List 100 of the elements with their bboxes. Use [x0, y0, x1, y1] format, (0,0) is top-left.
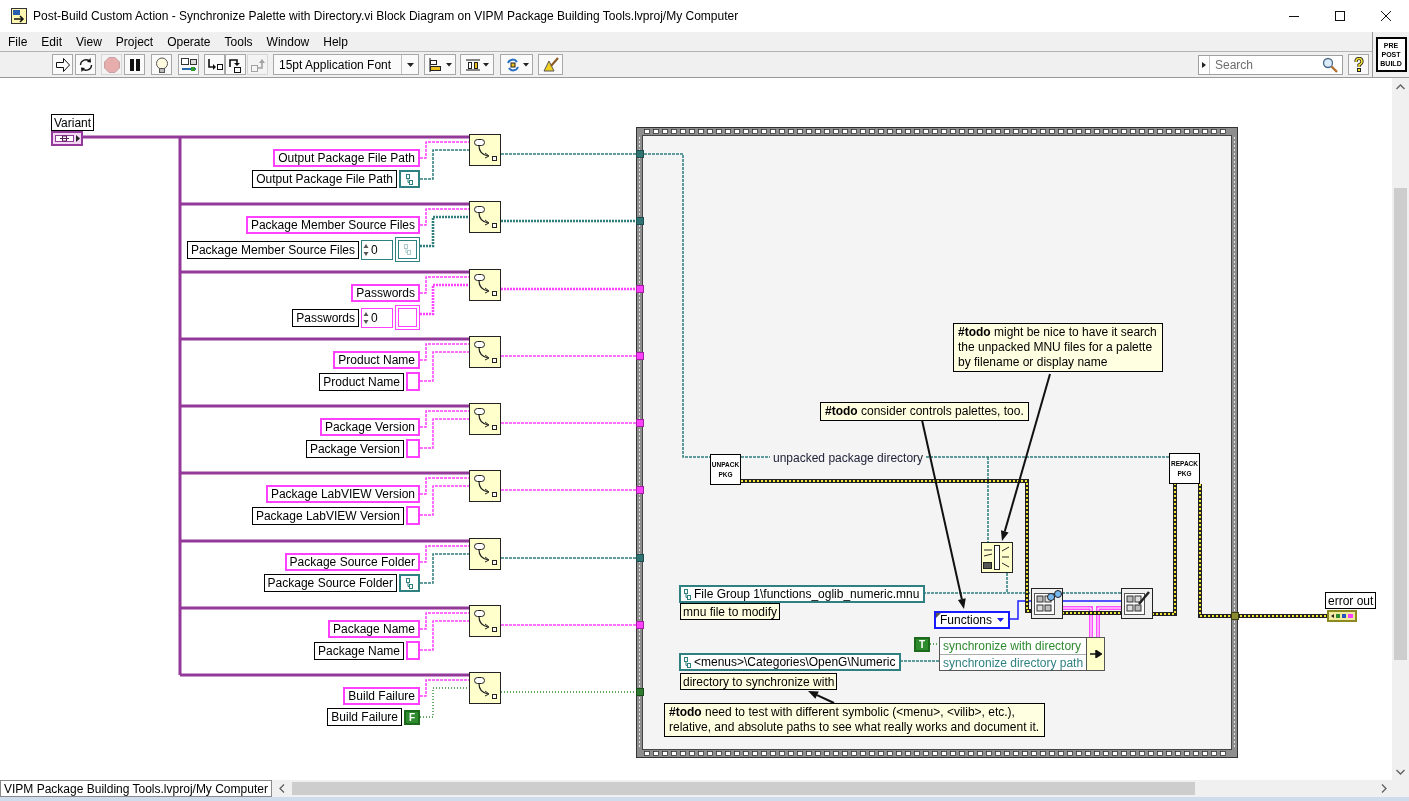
menu-item[interactable]: Help: [316, 32, 355, 51]
search-field[interactable]: Search: [1198, 54, 1343, 75]
scroll-up-icon[interactable]: [1396, 83, 1405, 90]
constant-label: Output Package File Path: [252, 170, 397, 188]
lightbulb-icon: [153, 56, 170, 73]
distribute-icon: [465, 56, 481, 73]
scrollbar-thumb[interactable]: [1394, 188, 1407, 660]
retain-wire-values-button[interactable]: [178, 54, 199, 75]
bundle-element: synchronize with directory: [942, 638, 1083, 654]
boolean-constant: T: [914, 637, 930, 652]
palette-view-icon: [1031, 588, 1063, 619]
control-label: Variant: [51, 114, 95, 131]
bundle-element: synchronize directory path: [940, 654, 1087, 670]
function-node-icon: [469, 269, 501, 301]
menu-item[interactable]: Operate: [160, 32, 218, 51]
error-wire: [1061, 611, 1122, 615]
sync-node-icon: [981, 542, 1013, 573]
corner-mark-icon: [936, 613, 941, 618]
run-arrow-icon: [54, 56, 71, 73]
caret-icon: [446, 62, 452, 67]
path-icon: [406, 173, 413, 185]
app-icon: [11, 8, 27, 24]
function-node-icon: [469, 403, 501, 435]
tunnel-icon: [636, 352, 644, 360]
step-into-button[interactable]: [204, 54, 225, 75]
constant-label: Package Name: [313, 641, 404, 660]
vertical-scrollbar[interactable]: [1392, 78, 1409, 780]
run-button[interactable]: [52, 54, 73, 75]
string-constant: Package Source Folder: [284, 553, 420, 571]
caret-icon: [483, 62, 489, 67]
wire: [1061, 592, 1122, 594]
function-node-icon: [469, 134, 501, 166]
distribute-objects-button[interactable]: [460, 54, 494, 75]
comment-note: #todo might be nice to have it search the unpacked MNU files for a palette by filename or display name: [953, 323, 1163, 372]
string-constant: Product Name: [333, 351, 420, 369]
function-node-icon: [469, 672, 501, 704]
clean-up-diagram-button[interactable]: [538, 54, 563, 75]
menu-item[interactable]: Project: [108, 32, 161, 51]
path-icon: [404, 244, 411, 255]
scroll-down-icon[interactable]: [1396, 768, 1405, 775]
constant-label: Product Name: [319, 372, 404, 391]
align-objects-button[interactable]: [424, 54, 456, 75]
step-over-icon: [227, 56, 244, 73]
align-icon: [428, 56, 444, 73]
constant-label: mnu file to modify: [680, 603, 781, 620]
string-constant: Package Version: [319, 418, 420, 436]
constant-label: Package Version: [305, 439, 404, 458]
index-value: 0: [371, 243, 378, 256]
boolean-constant: F: [404, 709, 420, 725]
step-into-icon: [206, 56, 223, 73]
path-text: File Group 1\functions_oglib_numeric.mnu: [694, 586, 920, 603]
string-constant: Build Failure: [343, 687, 420, 705]
font-dropdown[interactable]: 15pt Application Font: [273, 54, 419, 75]
highlight-execution-button[interactable]: [151, 54, 172, 75]
constant-label: Package Source Folder: [263, 574, 397, 592]
reorder-button[interactable]: [500, 54, 533, 75]
help-button[interactable]: [1348, 54, 1369, 75]
menu-item[interactable]: File: [1, 32, 35, 51]
constant-label: Build Failure: [327, 708, 402, 726]
string-constant: [406, 506, 420, 525]
function-node-icon: [469, 201, 501, 233]
maximize-icon: [1335, 11, 1345, 21]
path-text: <menus>\Categories\OpenG\Numeric: [694, 654, 896, 671]
tunnel-icon: [636, 554, 644, 562]
menu-item[interactable]: Edit: [34, 32, 70, 51]
scroll-right-icon[interactable]: [1380, 784, 1387, 793]
reorder-icon: [504, 56, 521, 73]
path-icon: [684, 656, 691, 668]
scrollbar-thumb[interactable]: [291, 782, 1195, 795]
menu-item[interactable]: Window: [259, 32, 317, 51]
step-over-button[interactable]: [225, 54, 246, 75]
enum-value: Functions: [940, 612, 993, 629]
constant-label: Passwords: [292, 308, 359, 327]
variant-terminal-icon: [51, 131, 83, 146]
tunnel-icon: [636, 150, 644, 158]
menu-item[interactable]: View: [69, 32, 109, 51]
pause-button[interactable]: [124, 54, 145, 75]
string-constant: Package LabVIEW Version: [265, 485, 420, 503]
broom-icon: [542, 56, 559, 73]
scroll-left-icon[interactable]: [279, 784, 286, 793]
tunnel-icon: [636, 486, 644, 494]
path-icon: [406, 577, 413, 589]
expand-arrow-icon: [1202, 61, 1206, 68]
palette-edit-icon: [1121, 588, 1153, 619]
run-continuously-button[interactable]: [75, 54, 96, 75]
function-node-icon: [469, 605, 501, 637]
caret-icon: [522, 62, 529, 67]
menu-item[interactable]: Tools: [217, 32, 260, 51]
search-icon[interactable]: [1322, 56, 1338, 73]
caret-icon: [406, 62, 414, 67]
project-path-label: VIPM Package Building Tools.lvproj/My Computer: [0, 780, 272, 797]
index-value: 0: [371, 311, 378, 324]
constant-label: directory to synchronize with: [680, 673, 838, 690]
indicator-label: error out: [1325, 592, 1377, 609]
tunnel-icon: [636, 217, 644, 225]
wire-values-icon: [180, 56, 197, 73]
stop-icon: [103, 56, 120, 73]
spinner-icon: [363, 242, 369, 257]
tunnel-icon: [636, 688, 644, 696]
caret-icon: [997, 618, 1005, 622]
